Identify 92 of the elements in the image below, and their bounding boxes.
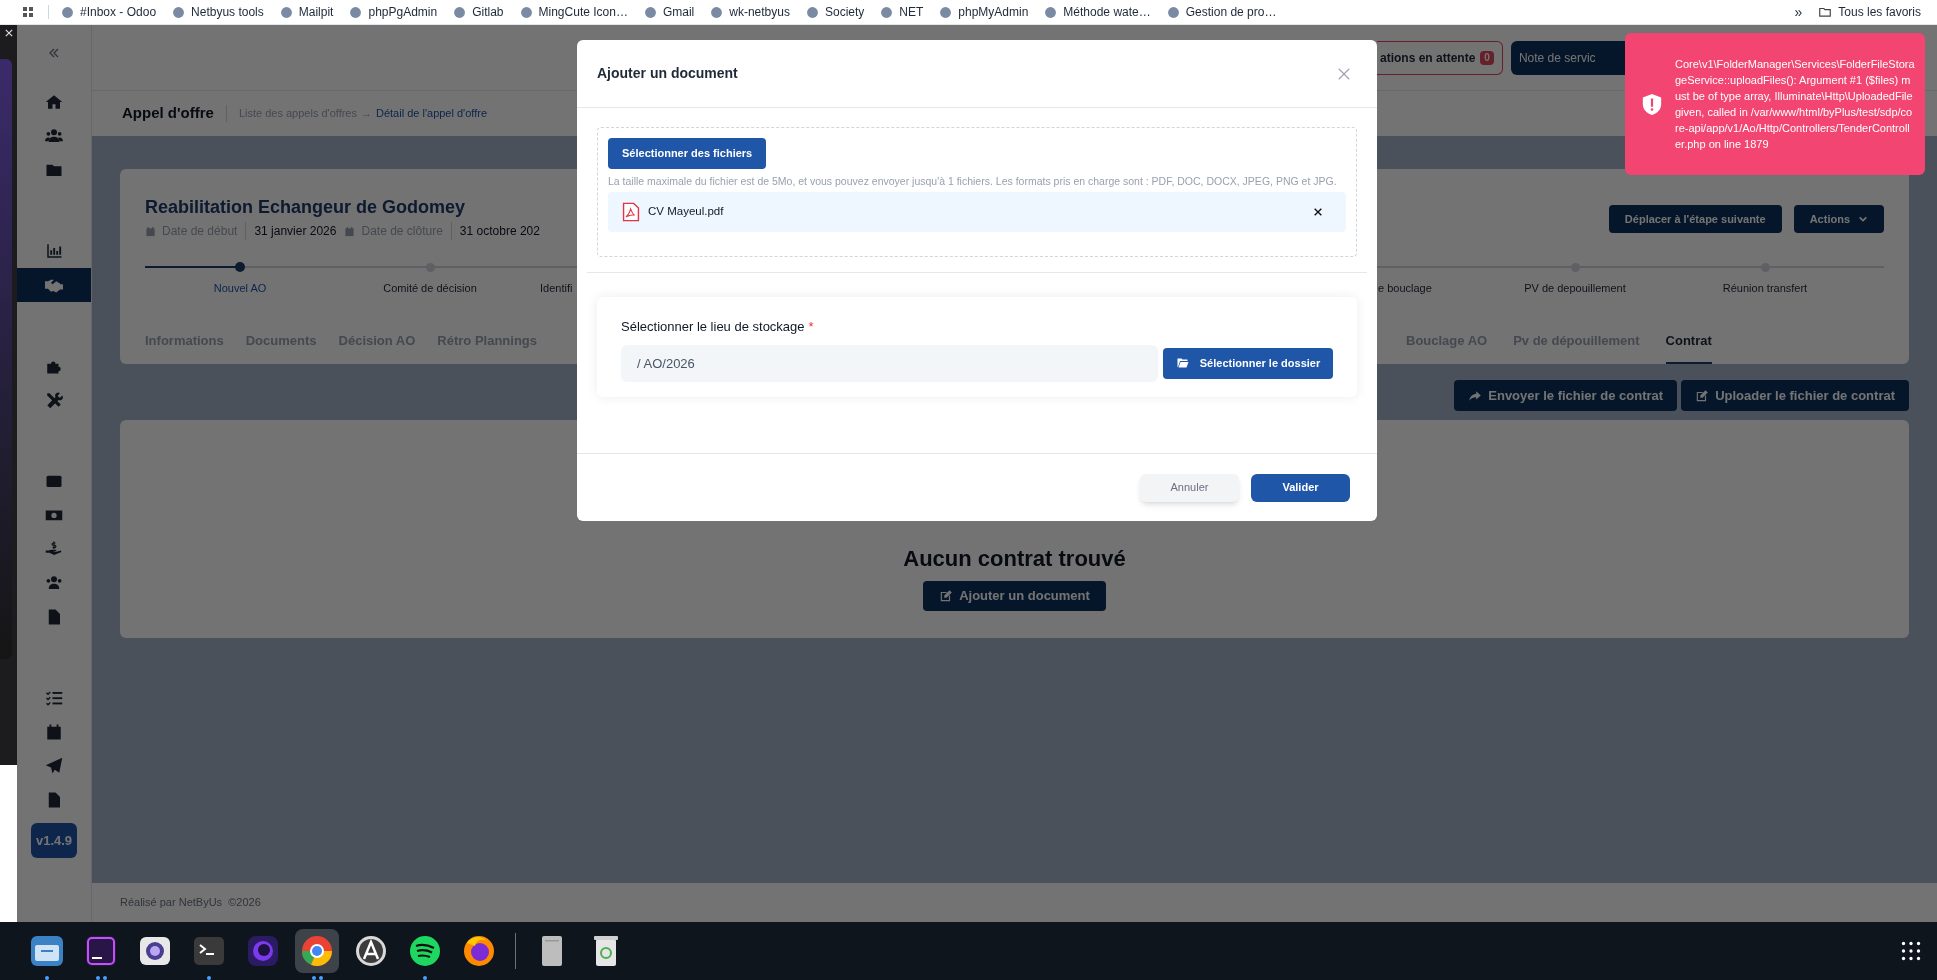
hand-coin-icon — [45, 540, 63, 558]
tools-icon — [45, 391, 63, 409]
edit-icon — [1695, 388, 1710, 403]
cancel-button[interactable]: Annuler — [1140, 473, 1239, 502]
pdf-file-icon — [622, 201, 640, 223]
step-label: Réunion transfert — [1722, 281, 1808, 296]
favicon-icon — [279, 5, 293, 19]
breadcrumb-separator: → — [361, 106, 372, 122]
favicon-icon — [172, 5, 186, 19]
note-button[interactable]: Note de servic — [1510, 40, 1626, 75]
action-button[interactable]: Déplacer à l'étape suivante — [1608, 205, 1782, 233]
all-bookmarks-link[interactable]: Tous les favoris — [1818, 3, 1921, 21]
app-icon — [83, 933, 119, 969]
bookmark-link[interactable]: MingCute Icon… — [519, 3, 628, 21]
music-icon — [407, 933, 443, 969]
contract-button[interactable]: Envoyer le fichier de contrat — [1454, 380, 1678, 411]
footer-text: Réalisé par NetByUs ©2026 — [120, 895, 261, 911]
path-field[interactable]: / AO/2026 — [621, 344, 1158, 382]
favicon-icon — [1044, 5, 1058, 19]
favicon-icon — [939, 5, 953, 19]
favicon-icon — [880, 5, 894, 19]
edit-icon — [939, 589, 954, 603]
bookmark-link[interactable]: phpMyAdmin — [939, 3, 1029, 21]
required-mark: * — [808, 318, 814, 336]
app-grid-icon[interactable] — [1901, 941, 1921, 961]
folder-icon — [1175, 357, 1190, 369]
select-folder-button[interactable]: Sélectionner le dossier — [1163, 347, 1333, 379]
favicon-icon — [710, 5, 724, 19]
version-badge: v1.4.9 — [31, 823, 77, 858]
shield-alert-icon — [1641, 92, 1663, 116]
drop-zone[interactable]: Sélectionner des fichiers La taille maximale du fichier est de 5Mo, et vous pouvez envoyer jusqu'à 1 fichiers. Les formats pris en charge sont : PDF, DOC, DOCX, JPEG, PNG et JPG. CV Mayeul.pdf — [597, 127, 1357, 257]
bookmark-link[interactable]: NET — [880, 3, 924, 21]
bookmark-link[interactable]: Mailpit — [279, 3, 334, 21]
pending-button[interactable]: ations en attente 0 — [1377, 40, 1503, 75]
more-bookmarks-button[interactable]: » — [1794, 1, 1803, 23]
bookmark-link[interactable]: Gitlab — [453, 3, 504, 21]
favicon-icon — [453, 5, 467, 19]
storage-label: Sélectionner le lieu de stockage — [621, 318, 805, 336]
select-files-button[interactable]: Sélectionner des fichiers — [608, 138, 767, 169]
step-label: Comité de décision — [383, 281, 477, 296]
sidebar-item[interactable] — [17, 268, 91, 302]
bookmark-link[interactable]: Gestion de pro… — [1166, 3, 1277, 21]
tender-title: Reabilitation Echangeur de Godomey — [145, 196, 467, 216]
remove-icon[interactable] — [1314, 208, 1322, 216]
step-label: Nouvel AO — [213, 281, 267, 296]
bookmark-link[interactable]: Gmail — [643, 3, 695, 21]
checklist-icon — [45, 689, 63, 707]
folder-icon — [1818, 5, 1833, 19]
tab[interactable]: Contrat — [1665, 320, 1712, 364]
users-icon — [45, 127, 63, 145]
empty-message: Aucun contrat trouvé — [903, 545, 1126, 573]
dock-item[interactable] — [295, 929, 339, 973]
bar-chart-icon — [45, 242, 63, 260]
confirm-button[interactable]: Valider — [1251, 473, 1350, 502]
bookmark-link[interactable]: Society — [805, 3, 865, 21]
favicon-icon — [519, 5, 533, 19]
count-badge: 0 — [1480, 50, 1494, 65]
folder-icon — [29, 933, 65, 969]
users-icon — [45, 574, 63, 592]
home-icon — [45, 93, 63, 111]
send-icon — [45, 757, 63, 775]
apps-icon[interactable] — [22, 6, 34, 18]
favicon-icon — [805, 5, 819, 19]
page-title: Appel d'offre — [122, 103, 214, 124]
bookmark-link[interactable]: #Inbox - Odoo — [61, 3, 157, 21]
favicon-icon — [61, 5, 74, 19]
error-message: Core\v1\FolderManager\Services\FolderFileStorageService::uploadFiles(): Argument #1 ($files) must be of type array, Illuminate\Http\UploadedFile given, called in /var/www/html/byPlus/test/sdp/core-api/app/v1/Ao/Http/Controllers/TenderController.php on line 1879 — [1675, 57, 1915, 152]
step-label: Identifi — [540, 281, 574, 296]
bookmark-link[interactable]: wk-netbyus — [710, 3, 790, 21]
calendar-icon — [344, 225, 356, 237]
favicon-icon — [643, 5, 657, 19]
dialog-title: Ajouter un document — [597, 64, 738, 83]
add-document-button[interactable]: Ajouter un document — [923, 581, 1106, 611]
bookmark-link[interactable]: Netbyus tools — [172, 3, 264, 21]
bookmark-link[interactable]: Méthode wate… — [1044, 3, 1151, 21]
action-button[interactable]: Actions — [1793, 205, 1884, 233]
help-text: La taille maximale du fichier est de 5Mo, et vous pouvez envoyer jusqu'à 1 fichiers. Les formats pris en charge sont : PDF, DOC, DOCX, JPEG, PNG et JPG. — [608, 174, 1338, 189]
step-label: PV de depouillement — [1524, 281, 1626, 296]
app-store-icon — [353, 933, 389, 969]
step-label: e bouclage — [1378, 281, 1433, 296]
calendar-icon — [45, 723, 63, 741]
favicon-icon — [1166, 5, 1180, 19]
browser-icon — [461, 933, 497, 969]
browser-icon — [299, 933, 335, 969]
calendar-icon — [145, 225, 156, 237]
file-name: CV Mayeul.pdf — [648, 204, 724, 220]
date-value: 31 janvier 2026 — [254, 223, 337, 240]
ring-icon — [245, 933, 281, 969]
favicon-icon — [349, 5, 363, 19]
contract-button[interactable]: Uploader le fichier de contrat — [1681, 380, 1909, 411]
bookmark-link[interactable]: phpPgAdmin — [349, 3, 438, 21]
date-value: 31 octobre 202 — [459, 223, 540, 240]
